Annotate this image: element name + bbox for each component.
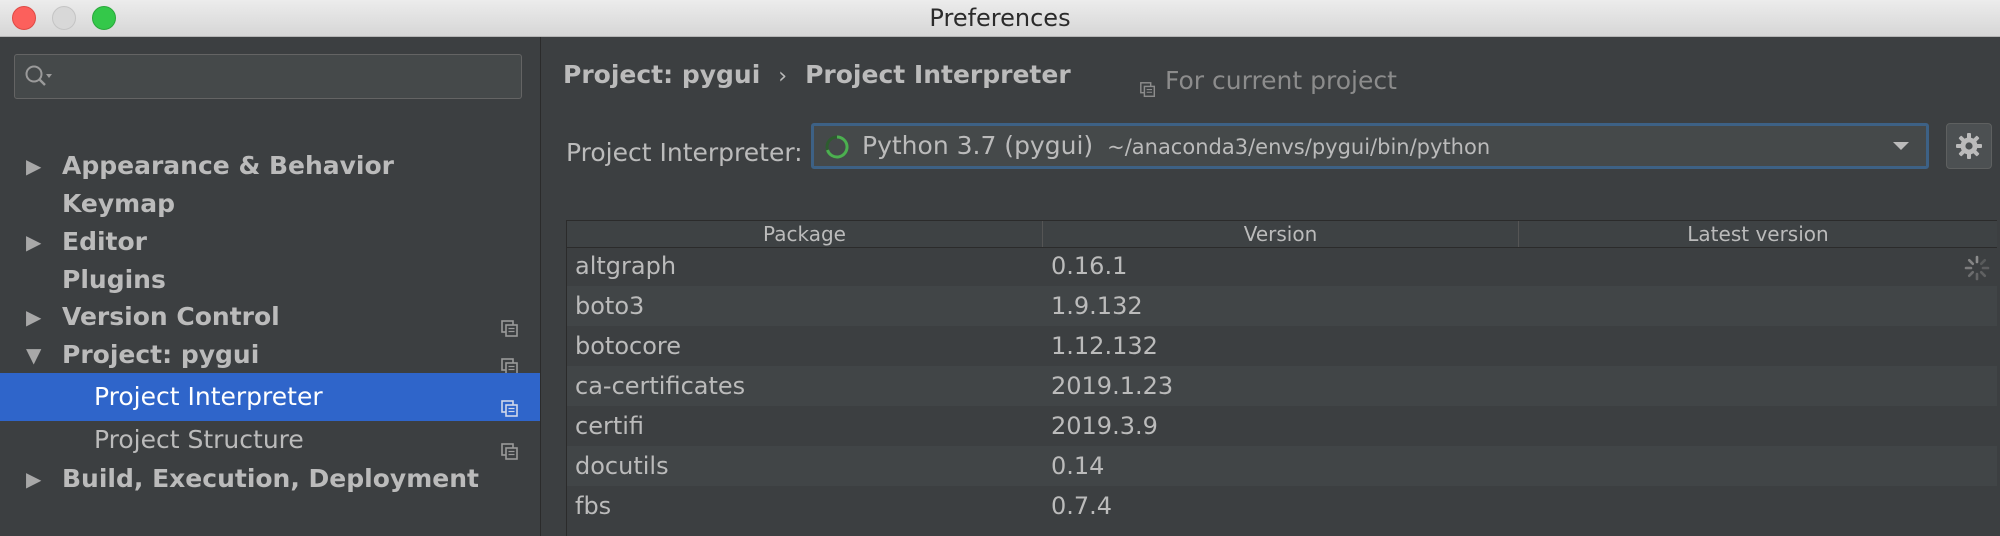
breadcrumb: Project: pygui › Project Interpreter — [563, 55, 1071, 95]
package-name: botocore — [575, 332, 681, 360]
package-version: 0.7.4 — [1051, 492, 1113, 520]
sidebar-item-project-pygui[interactable]: ▼ Project: pygui — [0, 331, 540, 379]
copy-icon — [500, 387, 520, 417]
column-header-latest-version[interactable]: Latest version — [1519, 221, 1997, 247]
sidebar-item-label: Project Interpreter — [94, 382, 323, 411]
package-name: docutils — [575, 452, 669, 480]
scope-label: For current project — [1165, 66, 1397, 95]
package-name: certifi — [575, 412, 645, 440]
interpreter-label: Project Interpreter: — [566, 138, 803, 167]
breadcrumb-current: Project Interpreter — [805, 60, 1071, 89]
table-row[interactable]: docutils 0.14 — [567, 446, 1997, 486]
settings-search-box[interactable] — [14, 54, 522, 99]
package-version: 1.12.132 — [1051, 332, 1158, 360]
chevron-down-icon[interactable] — [1890, 136, 1912, 156]
copy-icon — [500, 430, 520, 460]
interpreter-dropdown[interactable]: Python 3.7 (pygui) ~/anaconda3/envs/pygu… — [811, 123, 1929, 169]
table-row[interactable]: certifi 2019.3.9 — [567, 406, 1997, 446]
packages-table[interactable]: Package Version Latest version altgraph — [566, 220, 1997, 536]
settings-sidebar: ▶ Appearance & Behavior Keymap ▶ Editor … — [0, 37, 541, 536]
package-version: 1.9.132 — [1051, 292, 1143, 320]
package-version: 2019.3.9 — [1051, 412, 1158, 440]
package-name: boto3 — [575, 292, 645, 320]
sidebar-item-label: Build, Execution, Deployment — [62, 464, 479, 493]
window-title: Preferences — [929, 4, 1071, 32]
copy-icon — [500, 307, 520, 337]
package-name: altgraph — [575, 252, 677, 280]
package-name: fbs — [575, 492, 612, 520]
copy-icon — [500, 345, 520, 375]
table-row[interactable]: botocore 1.12.132 — [567, 326, 1997, 366]
copy-icon — [1139, 71, 1157, 98]
package-version: 0.14 — [1051, 452, 1105, 480]
interpreter-path: ~/anaconda3/envs/pygui/bin/python — [1107, 135, 1491, 159]
interpreter-name: Python 3.7 (pygui) — [862, 131, 1094, 160]
package-name: ca-certificates — [575, 372, 746, 400]
table-header: Package Version Latest version — [567, 220, 1997, 248]
package-version: 0.16.1 — [1051, 252, 1128, 280]
table-row[interactable]: altgraph 0.16.1 — [567, 246, 1997, 286]
table-row[interactable]: fbs 0.7.4 — [567, 486, 1997, 526]
interpreter-value: Python 3.7 (pygui) ~/anaconda3/envs/pygu… — [862, 126, 1490, 167]
gear-icon — [1956, 133, 1982, 159]
collapse-arrow-icon[interactable]: ▼ — [26, 331, 50, 379]
table-row[interactable]: ca-certificates 2019.1.23 — [567, 366, 1997, 406]
interpreter-settings-button[interactable] — [1946, 123, 1992, 169]
title-bar: Preferences — [0, 0, 2000, 37]
loading-spinner-icon — [824, 134, 850, 160]
table-row[interactable]: boto3 1.9.132 — [567, 286, 1997, 326]
column-header-package[interactable]: Package — [567, 221, 1043, 247]
sidebar-item-label: Project: pygui — [62, 340, 260, 369]
settings-search-input[interactable] — [61, 61, 505, 93]
breadcrumb-separator: › — [778, 64, 788, 89]
sidebar-item-build-execution-deployment[interactable]: ▶ Build, Execution, Deployment — [0, 455, 540, 503]
expand-arrow-icon[interactable]: ▶ — [26, 455, 50, 503]
breadcrumb-parent[interactable]: Project: pygui — [563, 60, 760, 89]
column-header-version[interactable]: Version — [1043, 221, 1519, 247]
sidebar-item-project-interpreter[interactable]: Project Interpreter — [0, 373, 540, 421]
settings-content-panel: Project: pygui › Project Interpreter For c… — [541, 37, 2000, 536]
search-icon[interactable] — [23, 63, 55, 91]
package-version: 2019.1.23 — [1051, 372, 1174, 400]
scope-hint: For current project — [1139, 61, 1397, 101]
